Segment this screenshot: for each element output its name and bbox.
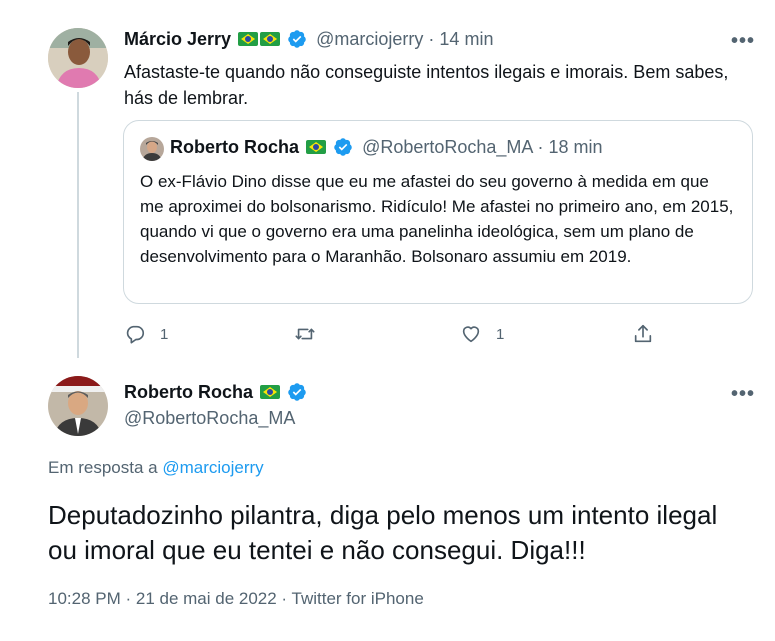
author-handle[interactable]: @RobertoRocha_MA — [124, 408, 295, 429]
verified-badge-icon — [288, 383, 306, 401]
brazil-flag-icon — [238, 32, 259, 46]
reply-to-link[interactable]: @marciojerry — [162, 458, 263, 477]
retweet-action[interactable] — [294, 323, 330, 345]
reply-header: Márcio Jerry @marciojerry · 14 min — [124, 29, 493, 50]
avatar-image — [140, 137, 164, 161]
reply-text: Afastaste-te quando não conseguiste inte… — [124, 62, 729, 108]
reply-count: 1 — [160, 325, 169, 343]
quoted-tweet-card[interactable]: Roberto Rocha @RobertoRocha_MA · 18 min … — [123, 120, 753, 304]
quoted-text: O ex-Flávio Dino disse que eu me afastei… — [140, 172, 734, 266]
author-handle[interactable]: @marciojerry — [316, 29, 423, 49]
main-tweet-text: Deputadozinho pilantra, diga pelo menos … — [48, 500, 718, 565]
tweet-time[interactable]: 14 min — [439, 29, 493, 49]
quoted-avatar — [140, 137, 164, 161]
brazil-flag-icon — [306, 140, 327, 154]
verified-badge-icon — [334, 138, 352, 156]
reply-action[interactable]: 1 — [124, 323, 168, 345]
avatar-marciojerry[interactable] — [48, 28, 108, 88]
avatar-image — [48, 376, 108, 436]
share-action[interactable] — [632, 323, 654, 345]
brazil-flag-icon — [260, 32, 281, 46]
thread-line — [77, 92, 79, 358]
separator: · — [537, 137, 544, 157]
like-action[interactable]: 1 — [460, 323, 504, 345]
reply-prefix: Em resposta a — [48, 458, 163, 477]
main-header: Roberto Rocha — [124, 382, 307, 403]
avatar-robertorocha[interactable] — [48, 376, 108, 436]
verified-badge-icon — [288, 30, 306, 48]
reply-icon[interactable] — [124, 323, 146, 345]
author-name[interactable]: Márcio Jerry — [124, 29, 231, 49]
separator: · — [428, 29, 435, 49]
like-count: 1 — [496, 325, 505, 343]
quoted-time: 18 min — [548, 137, 603, 157]
tweet-meta[interactable]: 10:28 PM · 21 de mai de 2022 · Twitter f… — [48, 589, 424, 609]
avatar-image — [48, 28, 108, 88]
more-options-icon[interactable]: ••• — [731, 30, 755, 53]
author-name[interactable]: Roberto Rocha — [124, 382, 253, 402]
retweet-icon[interactable] — [294, 323, 316, 345]
share-icon[interactable] — [632, 323, 654, 345]
more-options-icon[interactable]: ••• — [731, 383, 755, 406]
brazil-flag-icon — [260, 385, 281, 399]
quoted-author-name: Roberto Rocha — [170, 137, 300, 157]
like-heart-icon[interactable] — [460, 323, 482, 345]
quoted-author-handle: @RobertoRocha_MA — [362, 137, 533, 157]
in-reply-to: Em resposta a @marciojerry — [48, 458, 264, 478]
quoted-header: Roberto Rocha @RobertoRocha_MA · 18 min — [170, 137, 602, 158]
